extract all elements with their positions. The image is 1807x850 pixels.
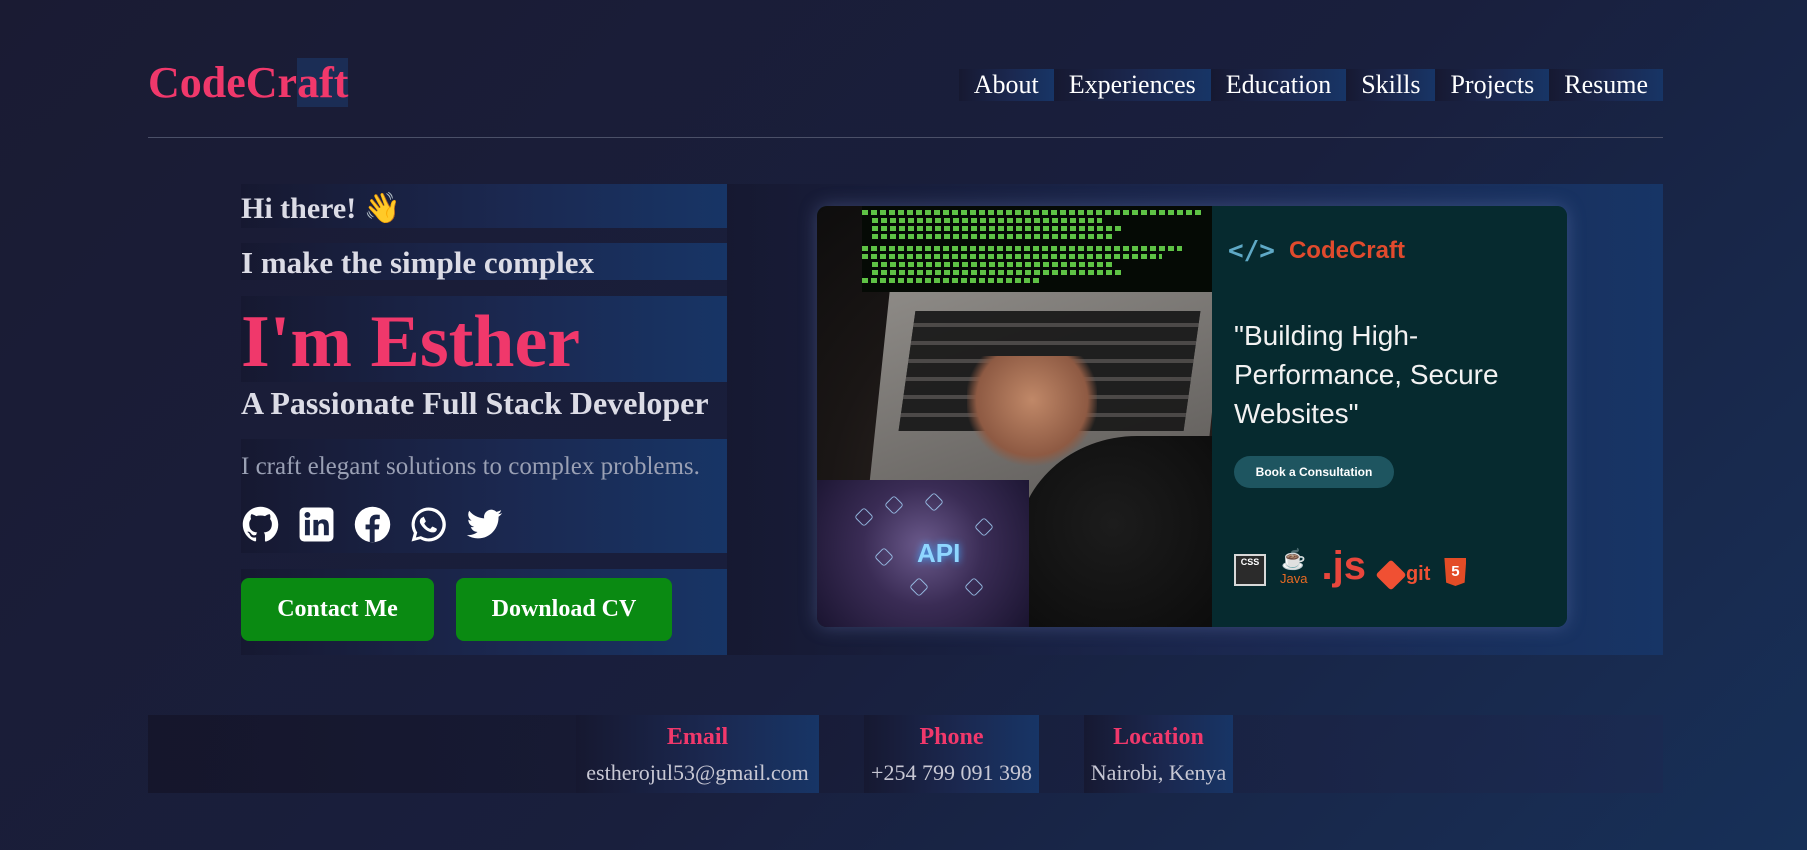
main-nav: About Experiences Education Skills Proje… (958, 60, 1663, 110)
java-icon: ☕ Java (1280, 549, 1308, 586)
nav-about[interactable]: About (958, 69, 1054, 101)
linkedin-icon[interactable] (298, 506, 335, 543)
banner-quote: "Building High-Performance, Secure Websi… (1234, 320, 1499, 429)
greeting: Hi there! 👋 (241, 184, 727, 228)
banner-panel: </> CodeCraft "Building High-Performance… (1212, 206, 1567, 627)
contact-phone: Phone +254 799 091 398 (864, 715, 1039, 793)
codecraft-banner: API </> CodeCraft "Building High-Perform… (817, 206, 1567, 627)
email-label: Email (666, 724, 729, 750)
terminal-screen (862, 206, 1212, 292)
code-brackets-icon: </> (1228, 236, 1275, 266)
site-header: CodeCraft About Experiences Education Sk… (148, 58, 1663, 138)
nav-experiences[interactable]: Experiences (1053, 69, 1211, 101)
logo[interactable]: CodeCraft (148, 58, 350, 107)
phone-label: Phone (919, 724, 984, 750)
laptop-photo: API (817, 206, 1212, 627)
tagline: I make the simple complex (241, 243, 727, 280)
nav-skills[interactable]: Skills (1346, 69, 1436, 101)
github-icon[interactable] (242, 506, 279, 543)
role-title: A Passionate Full Stack Developer (241, 385, 709, 421)
twitter-icon[interactable] (466, 506, 503, 543)
hero-actions: Contact Me Download CV (241, 569, 727, 655)
html5-icon: 5 (1444, 558, 1467, 586)
banner-brand: </> CodeCraft (1228, 236, 1405, 266)
api-label: API (917, 538, 961, 568)
api-image: API (817, 480, 1029, 627)
css-icon: CSS (1234, 554, 1266, 586)
facebook-icon[interactable] (354, 506, 391, 543)
banner-brand-name: CodeCraft (1288, 237, 1405, 264)
javascript-icon: .js (1321, 544, 1366, 588)
book-consultation-button[interactable]: Book a Consultation (1234, 456, 1394, 488)
social-links (241, 495, 727, 553)
nav-resume[interactable]: Resume (1549, 69, 1663, 101)
download-cv-button[interactable]: Download CV (456, 578, 672, 641)
location-label: Location (1113, 724, 1204, 750)
whatsapp-icon[interactable] (410, 506, 447, 543)
hero-intro: Hi there! 👋 I make the simple complex I'… (241, 184, 727, 655)
tech-stack: CSS ☕ Java .js git 5 (1234, 544, 1467, 591)
contact-email: Email estherojul53@gmail.com (576, 715, 819, 793)
nav-projects[interactable]: Projects (1435, 69, 1550, 101)
location-value: Nairobi, Kenya (1090, 760, 1227, 785)
hero-name: I'm Esther (241, 296, 727, 383)
contact-location: Location Nairobi, Kenya (1084, 715, 1233, 793)
hero-blurb: I craft elegant solutions to complex pro… (241, 439, 727, 495)
phone-value[interactable]: +254 799 091 398 (864, 759, 1039, 787)
email-value[interactable]: estherojul53@gmail.com (576, 759, 819, 787)
contact-me-button[interactable]: Contact Me (241, 578, 434, 641)
nav-education[interactable]: Education (1210, 69, 1347, 101)
git-icon: git (1375, 558, 1430, 591)
